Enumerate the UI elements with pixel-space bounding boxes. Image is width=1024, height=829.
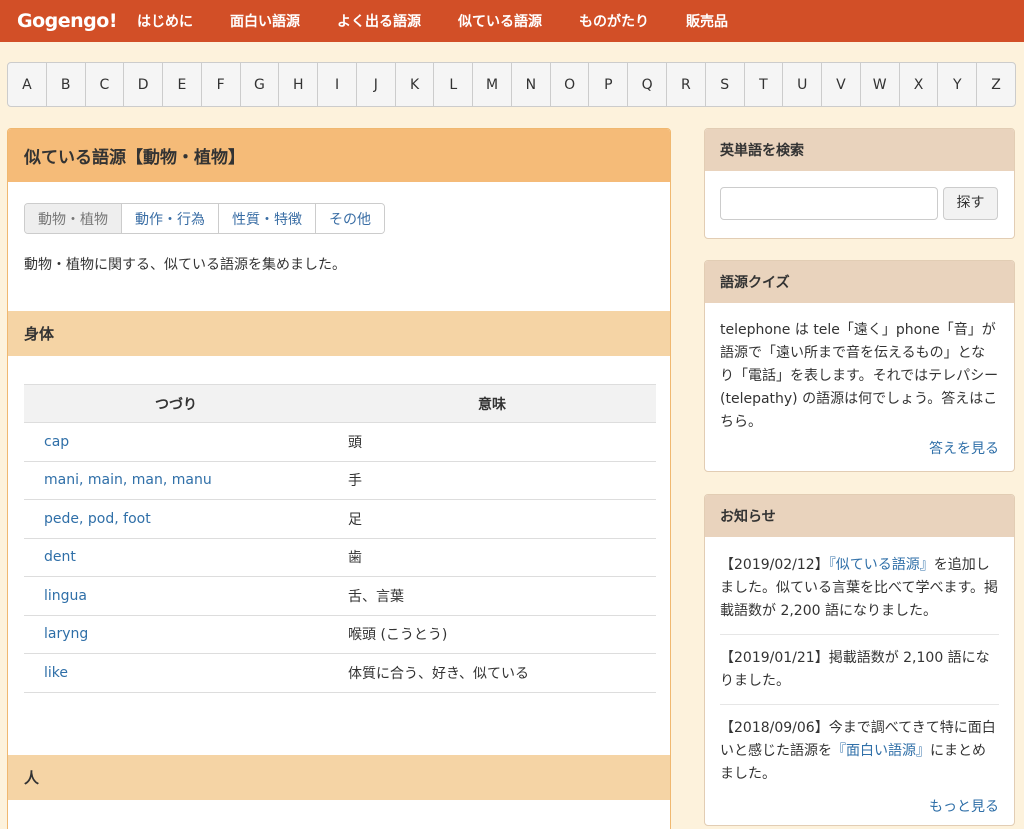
meaning-cell: 頭 [328,422,656,462]
spelling-link[interactable]: like [24,653,328,693]
nav-item-products[interactable]: 販売品 [686,11,728,31]
alphabet-letter-u[interactable]: U [783,63,823,106]
meaning-cell: 足 [328,499,656,539]
alphabet-letter-q[interactable]: Q [628,63,668,106]
alphabet-letter-j[interactable]: J [357,63,396,106]
meaning-cell: 手 [328,461,656,500]
table-row: mani, main, man, manu 手 [24,461,656,500]
search-panel-title: 英単語を検索 [705,129,1014,171]
site-logo[interactable]: Gogengo! [17,10,117,32]
meaning-cell: 喉頭 (こうとう) [328,615,656,654]
search-input[interactable] [720,187,938,220]
nav-item-intro[interactable]: はじめに [137,11,193,31]
table-row: lingua 舌、言葉 [24,576,656,616]
alphabet-letter-v[interactable]: V [822,63,861,106]
alphabet-letter-c[interactable]: C [86,63,125,106]
table-row: dent 歯 [24,538,656,577]
table-row: cap 頭 [24,422,656,462]
alphabet-letter-e[interactable]: E [163,63,202,106]
meaning-cell: 体質に合う、好き、似ている [328,653,656,693]
spelling-link[interactable]: lingua [24,576,328,616]
main-panel: 似ている語源【動物・植物】 動物・植物 動作・行為 性質・特徴 その他 動物・植… [7,128,671,829]
nav-item-stories[interactable]: ものがたり [579,11,649,31]
nav-item-frequent[interactable]: よく出る語源 [337,11,421,31]
news-date: 【2019/02/12】 [720,557,829,573]
alphabet-letter-x[interactable]: X [900,63,939,106]
spelling-link[interactable]: dent [24,538,328,577]
news-date: 【2018/09/06】 [720,720,829,736]
section-heading-body: 身体 [8,311,670,356]
section-heading-people: 人 [8,755,670,800]
category-tabs: 動物・植物 動作・行為 性質・特徴 その他 [24,203,385,234]
alphabet-letter-n[interactable]: N [512,63,551,106]
news-item: 【2019/02/12】『似ている語源』を追加しました。似ている言葉を比べて学べ… [720,554,999,635]
quiz-answer-link[interactable]: 答えを見る [720,438,999,461]
news-panel-title: お知らせ [705,495,1014,537]
news-more-link[interactable]: もっと見る [720,796,999,819]
tab-actions[interactable]: 動作・行為 [122,204,219,233]
search-panel: 英単語を検索 探す [704,128,1015,239]
tab-properties[interactable]: 性質・特徴 [219,204,316,233]
alphabet-letter-a[interactable]: A [8,63,47,106]
alphabet-letter-f[interactable]: F [202,63,241,106]
quiz-text: telephone は tele「遠く」phone「音」が語源で「遠い所まで音を… [720,322,999,430]
alphabet-letter-m[interactable]: M [473,63,512,106]
alphabet-letter-z[interactable]: Z [977,63,1015,106]
tab-animals-plants[interactable]: 動物・植物 [25,204,122,233]
table-header-row: つづり 意味 [24,384,656,423]
search-button[interactable]: 探す [943,187,998,220]
quiz-panel-title: 語源クイズ [705,261,1014,303]
meaning-cell: 舌、言葉 [328,576,656,616]
table-row: laryng 喉頭 (こうとう) [24,615,656,654]
alphabet-letter-w[interactable]: W [861,63,900,106]
alphabet-letter-k[interactable]: K [396,63,435,106]
alphabet-index: ABCDEFGHIJKLMNOPQRSTUVWXYZ [7,62,1016,107]
alphabet-letter-r[interactable]: R [667,63,706,106]
nav-item-interesting[interactable]: 面白い語源 [230,11,300,31]
alphabet-letter-t[interactable]: T [745,63,784,106]
page-title: 似ている語源【動物・植物】 [8,129,670,182]
news-item: 【2019/01/21】掲載語数が 2,100 語になりました。 [720,635,999,705]
alphabet-letter-d[interactable]: D [124,63,164,106]
alphabet-letter-g[interactable]: G [241,63,280,106]
spelling-link[interactable]: cap [24,422,328,462]
spelling-link[interactable]: mani, main, man, manu [24,461,328,500]
column-header-spelling: つづり [24,384,328,423]
news-link[interactable]: 『似ている語源』 [829,557,934,573]
spelling-link[interactable]: pede, pod, foot [24,499,328,539]
alphabet-letter-l[interactable]: L [434,63,474,106]
alphabet-letter-p[interactable]: P [589,63,629,106]
news-panel: お知らせ 【2019/02/12】『似ている語源』を追加しました。似ている言葉を… [704,494,1015,826]
alphabet-letter-s[interactable]: S [706,63,745,106]
table-row: pede, pod, foot 足 [24,499,656,539]
word-table: つづり 意味 cap 頭 mani, main, man, manu 手 ped… [24,384,656,693]
top-navbar: Gogengo! はじめに 面白い語源 よく出る語源 似ている語源 ものがたり … [0,0,1024,42]
alphabet-letter-b[interactable]: B [47,63,86,106]
alphabet-letter-o[interactable]: O [551,63,590,106]
alphabet-letter-h[interactable]: H [279,63,319,106]
tab-others[interactable]: その他 [316,204,384,233]
meaning-cell: 歯 [328,538,656,577]
news-item: 【2018/09/06】今まで調べてきて特に面白いと感じた語源を『面白い語源』に… [720,705,999,790]
news-date: 【2019/01/21】 [720,650,829,666]
table-row: like 体質に合う、好き、似ている [24,653,656,693]
quiz-panel: 語源クイズ telephone は tele「遠く」phone「音」が語源で「遠… [704,260,1015,472]
nav-item-similar[interactable]: 似ている語源 [458,11,542,31]
intro-text: 動物・植物に関する、似ている語源を集めました。 [24,257,346,273]
alphabet-letter-i[interactable]: I [318,63,357,106]
news-link[interactable]: 『面白い語源』 [832,743,930,759]
column-header-meaning: 意味 [328,384,656,423]
spelling-link[interactable]: laryng [24,615,328,654]
alphabet-letter-y[interactable]: Y [938,63,978,106]
